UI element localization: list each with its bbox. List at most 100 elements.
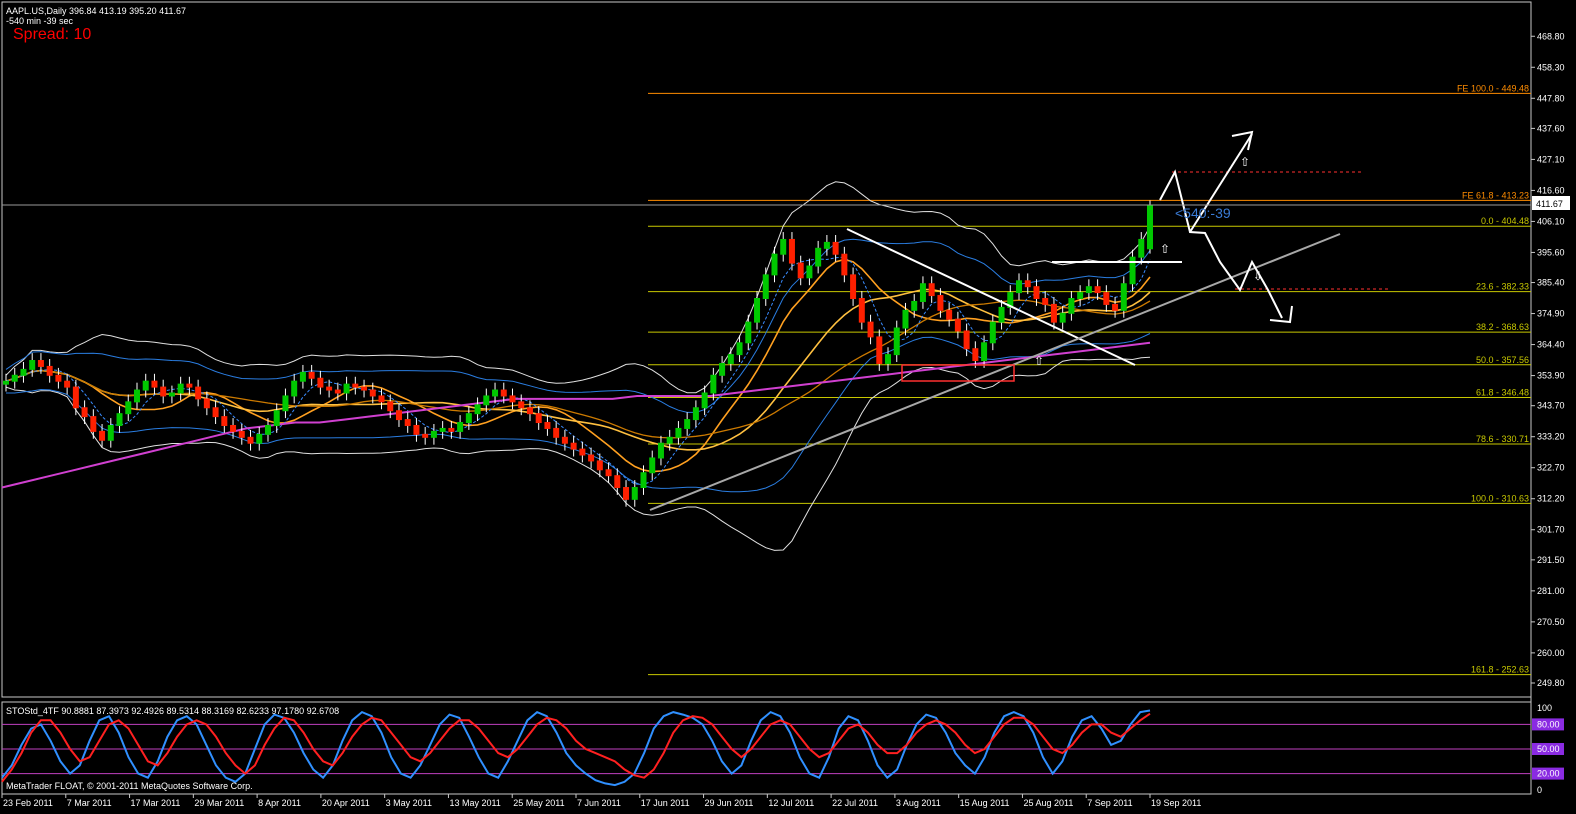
copyright-footer: MetaTrader FLOAT, © 2001-2011 MetaQuotes… xyxy=(6,781,253,791)
y-axis-tick-label: 312.20 xyxy=(1537,494,1565,504)
bullish-candle xyxy=(885,354,892,364)
moving-average-slow xyxy=(5,288,1151,451)
fib-level-label: 61.8 - 346.48 xyxy=(1476,387,1529,397)
fib-level-label: 23.6 - 382.33 xyxy=(1476,282,1529,292)
timer-header: -540 min -39 sec xyxy=(6,16,74,26)
y-axis-tick-label: 458.30 xyxy=(1537,62,1565,72)
bullish-candle xyxy=(736,342,743,356)
bullish-candle xyxy=(710,374,717,394)
y-axis-tick-label: 468.80 xyxy=(1537,31,1565,41)
bearish-candle xyxy=(509,395,516,403)
bullish-candle xyxy=(989,321,996,344)
bullish-candle xyxy=(3,380,9,385)
bullish-candle xyxy=(902,309,909,329)
x-axis-tick-label: 23 Feb 2011 xyxy=(3,798,53,808)
bullish-candle xyxy=(125,401,132,415)
bullish-candle xyxy=(727,354,734,364)
bearish-candle xyxy=(963,330,970,350)
symbol-header: AAPL.US,Daily 396.84 413.19 395.20 411.6… xyxy=(6,6,186,16)
bearish-candle xyxy=(972,348,979,362)
bearish-candle xyxy=(395,410,402,421)
bearish-candle xyxy=(369,389,376,397)
bearish-candle xyxy=(1024,280,1031,288)
fib-level-label: 78.6 - 330.71 xyxy=(1476,434,1529,444)
bearish-candle xyxy=(247,436,254,444)
y-axis-tick-label: 281.00 xyxy=(1537,586,1565,596)
y-axis-tick-label: 249.80 xyxy=(1537,678,1565,688)
bearish-candle xyxy=(238,430,245,438)
bullish-candle xyxy=(168,392,175,397)
bullish-candle xyxy=(1068,298,1075,314)
y-axis-tick-label: 333.20 xyxy=(1537,432,1565,442)
bullish-candle xyxy=(631,487,638,500)
y-axis-tick-label: 322.70 xyxy=(1537,463,1565,473)
bearish-candle xyxy=(526,407,533,415)
bullish-candle xyxy=(20,368,27,376)
projection-up-head xyxy=(1231,130,1254,151)
x-axis-tick-label: 12 Jul 2011 xyxy=(768,798,814,808)
bullish-candle xyxy=(1138,238,1145,258)
bullish-candle xyxy=(29,360,36,370)
bearish-candle xyxy=(596,460,603,471)
bullish-candle xyxy=(745,321,752,344)
fib-level-label: 100.0 - 310.63 xyxy=(1471,493,1529,503)
bearish-candle xyxy=(605,469,612,477)
bullish-candle xyxy=(107,424,114,441)
bearish-candle xyxy=(954,318,961,332)
bullish-candle xyxy=(1120,283,1127,311)
bullish-candle xyxy=(823,241,830,249)
bearish-candle xyxy=(579,448,586,456)
bullish-candle xyxy=(465,413,472,424)
bullish-candle xyxy=(474,404,481,415)
x-axis-tick-label: 13 May 2011 xyxy=(449,798,500,808)
y-axis-tick-label: 364.40 xyxy=(1537,340,1565,350)
bullish-candle xyxy=(640,472,647,489)
bullish-candle xyxy=(133,389,140,403)
x-axis-tick-label: 25 Aug 2011 xyxy=(1023,798,1073,808)
bearish-candle xyxy=(317,377,324,388)
bullish-candle xyxy=(780,238,787,255)
bearish-candle xyxy=(928,283,935,297)
y-axis-tick-label: 395.60 xyxy=(1537,247,1565,257)
bearish-candle xyxy=(230,424,237,432)
bullish-candle xyxy=(483,395,490,406)
stochastic-tick-label: 80.00 xyxy=(1537,719,1560,729)
stochastic-tick-label: 100 xyxy=(1537,703,1552,713)
y-axis-tick-label: 437.60 xyxy=(1537,123,1565,133)
bullish-candle xyxy=(1077,292,1084,300)
bullish-candle xyxy=(256,433,263,444)
bearish-candle xyxy=(1094,286,1101,294)
bearish-candle xyxy=(1050,303,1057,323)
bearish-candle xyxy=(850,274,857,300)
bearish-candle xyxy=(64,380,71,388)
x-axis-tick-label: 17 Mar 2011 xyxy=(131,798,181,808)
bullish-candle xyxy=(142,380,149,391)
fib-level-label: FE 61.8 - 413.23 xyxy=(1462,190,1529,200)
bearish-candle xyxy=(160,386,167,397)
bearish-candle xyxy=(413,424,420,435)
fib-level-label: FE 100.0 - 449.48 xyxy=(1457,83,1529,93)
x-axis-tick-label: 22 Jul 2011 xyxy=(832,798,878,808)
bearish-candle xyxy=(788,238,795,264)
bullish-candle xyxy=(771,253,778,276)
projection-zigzag xyxy=(1159,169,1283,319)
y-axis-tick-label: 270.50 xyxy=(1537,617,1565,627)
bearish-candle xyxy=(1112,303,1119,311)
y-axis-tick-label: 447.80 xyxy=(1537,93,1565,103)
fib-level-label: 38.2 - 368.63 xyxy=(1476,322,1529,332)
bullish-candle xyxy=(1016,280,1023,294)
x-axis-tick-label: 8 Apr 2011 xyxy=(258,798,301,808)
bullish-candle xyxy=(806,265,813,279)
x-axis-tick-label: 15 Aug 2011 xyxy=(960,798,1010,808)
bearish-candle xyxy=(500,389,507,397)
y-axis-tick-label: 406.10 xyxy=(1537,216,1565,226)
spread-label: Spread: 10 xyxy=(13,26,91,43)
bullish-candle xyxy=(893,327,900,356)
y-axis-tick-label: 374.90 xyxy=(1537,309,1565,319)
fib-level-label: 50.0 - 357.56 xyxy=(1476,355,1529,365)
bullish-candle xyxy=(919,283,926,302)
trading-chart: FE 100.0 - 449.48 FE 61.8 - 413.23 0.0 - 4… xyxy=(1,1,1570,808)
bullish-candle xyxy=(666,436,673,444)
y-axis-tick-label: 301.70 xyxy=(1537,525,1565,535)
moving-average-30 xyxy=(5,299,1151,439)
